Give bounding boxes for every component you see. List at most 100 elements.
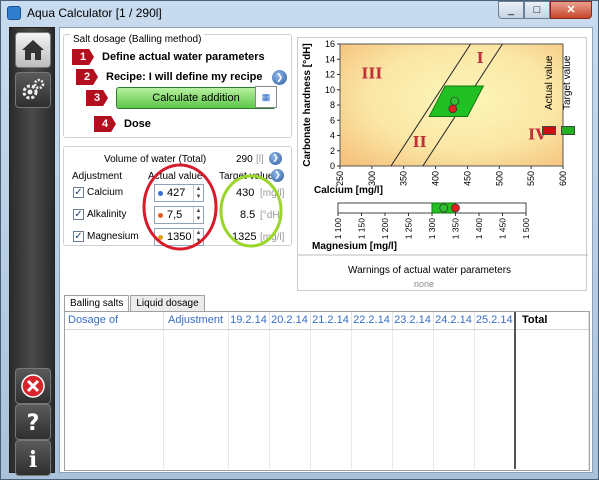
mg-x-tick-label: 1 450 — [498, 218, 508, 240]
step-4: 4 Dose — [94, 116, 151, 132]
step-2-number: 2 — [76, 69, 98, 85]
data-point — [450, 96, 460, 106]
table-body-empty — [65, 329, 589, 469]
y-tick-label: 10 — [325, 85, 335, 95]
recipe-next-button[interactable]: ❯ — [272, 70, 287, 85]
mg-x-tick-label: 1 300 — [427, 218, 437, 240]
header-dosage-of[interactable]: Dosage of — [65, 312, 164, 330]
header-date[interactable]: 24.2.14 — [433, 312, 475, 330]
calcium-label: Calcium — [87, 187, 124, 198]
calculate-addition-button[interactable]: Calculate addition ▦ — [116, 86, 277, 109]
parameters-group: Volume of water (Total) 290 [l] ❯ Adjust… — [63, 146, 292, 251]
volume-value[interactable]: 290 — [236, 154, 253, 165]
y-tick-label: 4 — [330, 131, 335, 141]
step-2: 2 Recipe: I will define my recipe — [76, 69, 263, 85]
y-tick-label: 14 — [325, 54, 335, 64]
x-tick-label: 250 — [335, 171, 345, 186]
step-1: 1 Define actual water parameters — [72, 49, 265, 65]
main-content: Salt dosage (Balling method) 1 Define ac… — [59, 27, 593, 473]
exit-button[interactable] — [15, 368, 51, 404]
y-tick-label: 0 — [330, 161, 335, 171]
header-adjustment[interactable]: Adjustment — [163, 312, 229, 330]
col-adjustment: Adjustment — [72, 171, 123, 182]
header-date[interactable]: 20.2.14 — [269, 312, 311, 330]
mg-x-tick-label: 1 350 — [451, 218, 461, 240]
mg-x-tick-label: 1 250 — [404, 218, 414, 240]
y-tick-label: 16 — [325, 39, 335, 49]
region-label: II — [413, 133, 427, 151]
calculator-icon: ▦ — [255, 86, 277, 108]
x-tick-label: 550 — [526, 171, 536, 186]
maximize-button[interactable]: □ — [524, 1, 550, 19]
x-tick-label: 500 — [494, 171, 504, 186]
x-tick-label: 350 — [399, 171, 409, 186]
region-label: III — [361, 64, 382, 82]
alkalinity-label: Alkalinity — [87, 209, 127, 220]
step-4-number: 4 — [94, 116, 116, 132]
step-2-label[interactable]: Recipe: I will define my recipe — [106, 71, 263, 83]
y-tick-label: 12 — [325, 70, 335, 80]
app-window: Aqua Calculator [1 / 290l] _ □ ✕ ? i Sal… — [0, 0, 599, 480]
settings-button[interactable] — [15, 72, 51, 108]
mg-x-tick-label: 1 400 — [474, 218, 484, 240]
region-label: I — [477, 49, 484, 67]
header-date[interactable]: 23.2.14 — [392, 312, 434, 330]
y-tick-label: 2 — [330, 146, 335, 156]
target-highlight-ellipse — [219, 174, 283, 248]
gear-icon — [22, 78, 45, 100]
sidebar: ? i — [9, 27, 55, 476]
legend-target-swatch — [561, 126, 575, 135]
mg-x-tick-label: 1 500 — [521, 218, 531, 240]
y-tick-label: 8 — [330, 100, 335, 110]
step-3: 3 — [86, 90, 116, 106]
legend-actual-label: Actual value — [544, 55, 555, 110]
actual-highlight-ellipse — [142, 163, 218, 251]
close-icon — [21, 374, 45, 398]
alkalinity-checkbox[interactable]: ✓ — [73, 209, 84, 220]
legend-actual-swatch — [542, 126, 556, 135]
header-date[interactable]: 19.2.14 — [228, 312, 270, 330]
step-4-label[interactable]: Dose — [124, 118, 151, 130]
mg-x-tick-label: 1 100 — [333, 218, 343, 240]
volume-unit: [l] — [256, 154, 264, 165]
magnesium-label: Magnesium — [87, 231, 139, 242]
tab-balling-salts[interactable]: Balling salts — [64, 295, 130, 311]
step-3-number: 3 — [86, 90, 108, 106]
tab-bar: Balling salts Liquid dosage — [64, 295, 206, 311]
step-1-label: Define actual water parameters — [102, 51, 265, 63]
salt-dosage-title: Salt dosage (Balling method) — [70, 34, 205, 45]
header-date[interactable]: 22.2.14 — [351, 312, 393, 330]
header-date[interactable]: 21.2.14 — [310, 312, 352, 330]
close-window-button[interactable]: ✕ — [550, 1, 592, 19]
salt-dosage-group: Salt dosage (Balling method) 1 Define ac… — [63, 34, 292, 138]
svg-text:?: ? — [27, 411, 40, 435]
x-tick-label: 400 — [431, 171, 441, 186]
magnesium-checkbox[interactable]: ✓ — [73, 231, 84, 242]
magnesium-axis-label: Magnesium [mg/l] — [312, 241, 397, 252]
window-title: Aqua Calculator [1 / 290l] — [27, 6, 162, 20]
legend-target-label: Target value — [562, 55, 573, 110]
header-total[interactable]: Total — [514, 312, 589, 330]
volume-next-button[interactable]: ❯ — [269, 152, 282, 165]
y-axis-label: Carbonate hardness [°dH] — [302, 43, 313, 166]
calculate-addition-label: Calculate addition — [152, 92, 240, 104]
help-button[interactable]: ? — [15, 404, 51, 440]
home-icon — [22, 40, 44, 60]
x-tick-label: 300 — [367, 171, 377, 186]
tab-liquid-dosage[interactable]: Liquid dosage — [130, 295, 205, 311]
warnings-text: none — [414, 279, 435, 289]
svg-text:i: i — [29, 447, 37, 471]
header-date[interactable]: 25.2.14 — [474, 312, 516, 330]
info-button[interactable]: i — [15, 440, 51, 476]
home-button[interactable] — [15, 32, 51, 68]
step-1-number: 1 — [72, 49, 94, 65]
app-icon — [7, 6, 21, 20]
data-point — [448, 104, 458, 114]
minimize-button[interactable]: _ — [498, 1, 524, 19]
x-tick-label: 450 — [462, 171, 472, 186]
calcium-checkbox[interactable]: ✓ — [73, 187, 84, 198]
x-axis-label: Calcium [mg/l] — [314, 185, 383, 196]
magnesium-data-point — [439, 203, 449, 213]
warnings-title: Warnings of actual water parameters — [348, 265, 512, 276]
magnesium-data-point — [451, 203, 460, 213]
